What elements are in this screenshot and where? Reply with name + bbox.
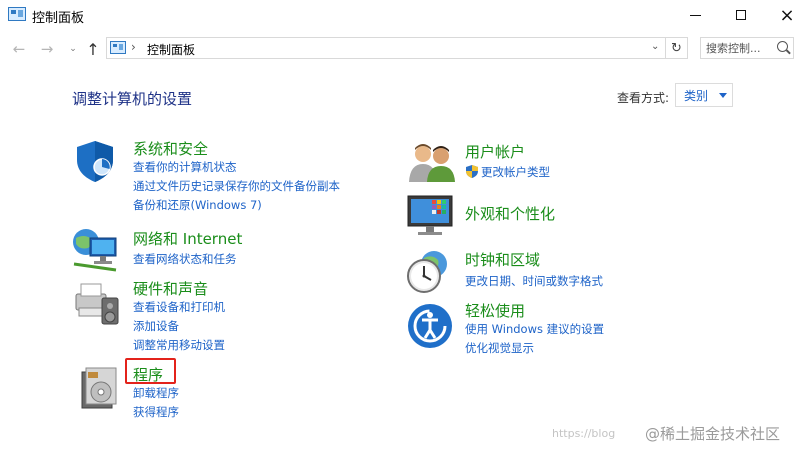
link-change-account-type[interactable]: 更改帐户类型 bbox=[481, 164, 550, 180]
printer-speaker-icon bbox=[75, 283, 119, 325]
link-file-history-backup[interactable]: 通过文件历史记录保存你的文件备份副本 bbox=[133, 178, 340, 194]
monitor-palette-icon bbox=[407, 195, 453, 235]
category-hardware-sound[interactable]: 硬件和声音 bbox=[133, 278, 208, 299]
link-devices-printers[interactable]: 查看设备和打印机 bbox=[133, 299, 225, 315]
caret-down-icon bbox=[719, 93, 727, 98]
uac-shield-icon bbox=[466, 165, 478, 178]
search-icon[interactable] bbox=[777, 41, 788, 52]
programs-highlight-box bbox=[125, 358, 176, 384]
back-button[interactable]: ← bbox=[8, 38, 30, 60]
address-dropdown-icon[interactable]: ⌄ bbox=[651, 41, 659, 52]
category-appearance-personalization[interactable]: 外观和个性化 bbox=[465, 203, 555, 224]
minimize-button[interactable] bbox=[672, 0, 718, 30]
address-bar[interactable]: › 控制面板 ⌄ bbox=[106, 37, 666, 59]
link-backup-restore[interactable]: 备份和还原(Windows 7) bbox=[133, 197, 262, 213]
search-input[interactable] bbox=[701, 38, 775, 58]
link-uninstall-program[interactable]: 卸载程序 bbox=[133, 385, 179, 401]
category-user-accounts[interactable]: 用户帐户 bbox=[465, 141, 525, 162]
close-icon: × bbox=[779, 4, 795, 26]
link-mobility-settings[interactable]: 调整常用移动设置 bbox=[133, 337, 225, 353]
refresh-icon: ↻ bbox=[671, 40, 682, 56]
clock-globe-icon bbox=[407, 251, 447, 293]
category-clock-region[interactable]: 时钟和区域 bbox=[465, 249, 540, 270]
chevron-down-icon: ⌄ bbox=[69, 44, 77, 54]
programs-disc-icon bbox=[81, 367, 117, 409]
watermark-url: https://blog bbox=[552, 427, 616, 440]
arrow-right-icon: → bbox=[40, 40, 54, 58]
recent-locations-button[interactable]: ⌄ bbox=[62, 38, 84, 60]
title-bar: 控制面板 × bbox=[0, 0, 810, 32]
search-box[interactable] bbox=[700, 37, 794, 59]
control-panel-icon bbox=[8, 7, 26, 21]
maximize-icon bbox=[736, 10, 746, 20]
watermark-brand: @稀土掘金技术社区 bbox=[645, 425, 781, 443]
shield-icon bbox=[77, 141, 113, 182]
forward-button[interactable]: → bbox=[36, 38, 58, 60]
close-button[interactable]: × bbox=[764, 0, 810, 30]
link-add-device[interactable]: 添加设备 bbox=[133, 318, 179, 334]
view-by-value: 类别 bbox=[684, 88, 709, 103]
link-windows-recommended-settings[interactable]: 使用 Windows 建议的设置 bbox=[465, 321, 604, 337]
maximize-button[interactable] bbox=[718, 0, 764, 30]
view-by-select[interactable]: 类别 bbox=[675, 83, 733, 107]
breadcrumb-separator-icon[interactable]: › bbox=[131, 40, 136, 54]
minimize-icon bbox=[689, 14, 701, 16]
window-title: 控制面板 bbox=[32, 11, 85, 26]
view-by-label: 查看方式: bbox=[617, 91, 670, 105]
ease-of-access-icon bbox=[408, 304, 452, 348]
arrow-left-icon: ← bbox=[12, 40, 26, 58]
refresh-button[interactable]: ↻ bbox=[666, 37, 688, 59]
category-network-internet[interactable]: 网络和 Internet bbox=[133, 228, 242, 249]
breadcrumb-control-panel[interactable]: 控制面板 bbox=[147, 41, 195, 58]
page-title: 调整计算机的设置 bbox=[72, 90, 193, 108]
link-change-date-time-format[interactable]: 更改日期、时间或数字格式 bbox=[465, 273, 603, 289]
arrow-up-icon: ↑ bbox=[86, 39, 100, 59]
link-get-programs[interactable]: 获得程序 bbox=[133, 404, 179, 420]
link-optimize-visual-display[interactable]: 优化视觉显示 bbox=[465, 340, 534, 356]
control-panel-icon bbox=[110, 41, 126, 54]
link-view-network-status[interactable]: 查看网络状态和任务 bbox=[133, 251, 237, 267]
category-system-security[interactable]: 系统和安全 bbox=[133, 138, 208, 159]
up-button[interactable]: ↑ bbox=[82, 38, 104, 60]
users-icon bbox=[409, 144, 455, 182]
link-view-computer-status[interactable]: 查看你的计算机状态 bbox=[133, 159, 237, 175]
category-ease-of-access[interactable]: 轻松使用 bbox=[465, 300, 525, 321]
network-globe-icon bbox=[73, 229, 117, 272]
